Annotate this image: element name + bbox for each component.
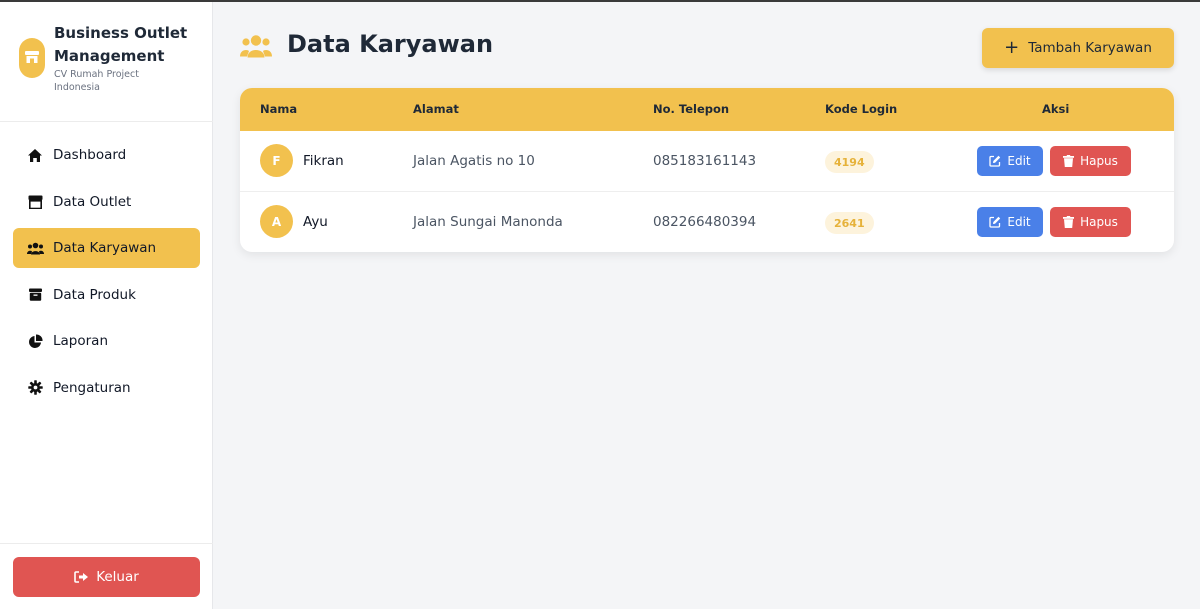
sidebar-item-label: Laporan (53, 333, 109, 350)
table-row: A Ayu Jalan Sungai Manonda 082266480394 … (240, 192, 1174, 252)
column-header-login-code: Kode Login (825, 102, 898, 116)
brand-subtitle: CV Rumah Project Indonesia (54, 69, 139, 93)
employee-table: Nama Alamat No. Telepon Kode Login Aksi … (240, 88, 1174, 252)
employee-name: Ayu (303, 214, 328, 230)
avatar: F (260, 144, 293, 177)
pie-chart-icon (26, 332, 44, 350)
login-code-badge: 4194 (825, 151, 874, 173)
logout-label: Keluar (96, 569, 139, 585)
sidebar-item-data-karyawan[interactable]: Data Karyawan (13, 228, 200, 269)
trash-icon (1063, 216, 1075, 228)
edit-button[interactable]: Edit (977, 146, 1043, 176)
delete-label: Hapus (1080, 154, 1118, 168)
sidebar-item-label: Dashboard (53, 147, 127, 163)
users-icon (26, 239, 44, 257)
page-title: Data Karyawan (287, 30, 494, 58)
sidebar-footer: Keluar (0, 543, 213, 609)
column-header-actions: Aksi (1042, 102, 1070, 116)
plus-icon: + (1004, 37, 1020, 58)
employee-address: Jalan Agatis no 10 (413, 153, 535, 169)
sidebar-item-dashboard[interactable]: Dashboard (13, 135, 200, 175)
employee-phone: 085183161143 (653, 153, 757, 169)
edit-button[interactable]: Edit (977, 207, 1043, 237)
add-employee-label: Tambah Karyawan (1028, 40, 1152, 56)
sidebar-item-label: Pengaturan (53, 379, 131, 396)
logout-button[interactable]: Keluar (13, 557, 200, 597)
add-employee-button[interactable]: + Tambah Karyawan (982, 28, 1174, 68)
column-header-name: Nama (260, 102, 298, 116)
gear-icon (26, 379, 44, 397)
table-header: Nama Alamat No. Telepon Kode Login Aksi (240, 88, 1174, 131)
sidebar-item-label: Data Produk (53, 286, 136, 303)
store-icon (26, 193, 44, 211)
table-row: F Fikran Jalan Agatis no 10 085183161143… (240, 131, 1174, 192)
employee-name: Fikran (303, 153, 344, 169)
sidebar-item-laporan[interactable]: Laporan (13, 321, 200, 361)
brand-title: Business Outlet Management (54, 24, 188, 65)
delete-button[interactable]: Hapus (1050, 146, 1131, 176)
edit-label: Edit (1007, 154, 1031, 168)
sidebar-item-data-outlet[interactable]: Data Outlet (13, 182, 200, 222)
users-icon (240, 34, 272, 63)
home-icon (26, 146, 44, 164)
box-icon (26, 286, 44, 304)
employee-phone: 082266480394 (653, 214, 757, 230)
sidebar-item-data-produk[interactable]: Data Produk (13, 275, 200, 315)
avatar: A (260, 205, 293, 238)
store-icon (19, 38, 45, 78)
sidebar-item-label: Data Outlet (53, 193, 132, 210)
sidebar-item-label: Data Karyawan (53, 240, 157, 257)
sign-out-icon (74, 571, 89, 583)
sidebar-nav: Dashboard Data Outlet Data Karyawan Data… (13, 135, 200, 415)
trash-icon (1063, 155, 1075, 167)
login-code-badge: 2641 (825, 212, 874, 234)
edit-icon (989, 155, 1001, 167)
brand: Business Outlet Management CV Rumah Proj… (0, 2, 213, 122)
employee-address: Jalan Sungai Manonda (413, 214, 563, 230)
delete-button[interactable]: Hapus (1050, 207, 1131, 237)
delete-label: Hapus (1080, 215, 1118, 229)
column-header-phone: No. Telepon (653, 102, 730, 116)
edit-label: Edit (1007, 215, 1031, 229)
sidebar: Business Outlet Management CV Rumah Proj… (0, 2, 213, 609)
edit-icon (989, 216, 1001, 228)
column-header-address: Alamat (413, 102, 459, 116)
sidebar-item-pengaturan[interactable]: Pengaturan (13, 368, 200, 408)
